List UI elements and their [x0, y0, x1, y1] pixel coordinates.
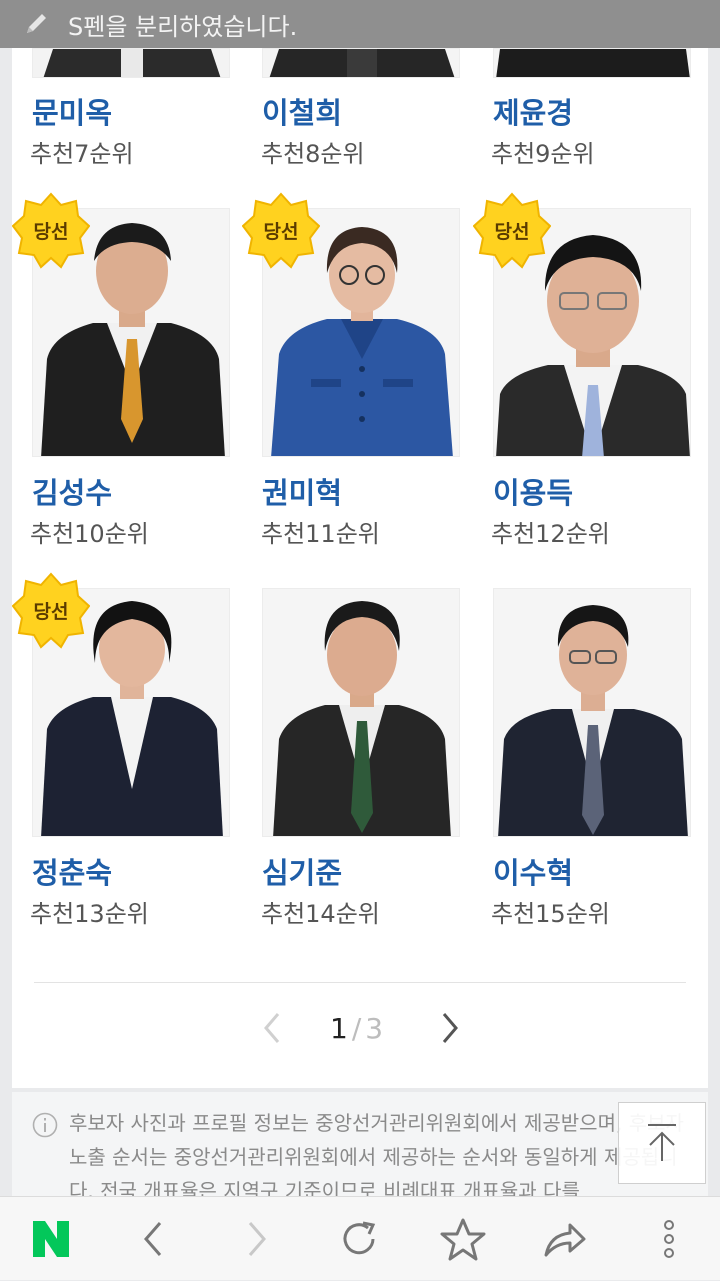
elected-badge: 당선 [12, 571, 90, 649]
divider [34, 982, 686, 983]
info-icon [32, 1112, 58, 1138]
chevron-right-icon [442, 1013, 458, 1043]
pen-icon [27, 14, 46, 33]
back-button[interactable] [108, 1197, 198, 1281]
elected-label: 당선 [263, 220, 299, 243]
candidate-rank: 추천7순위 [30, 140, 134, 168]
refresh-icon [343, 1221, 376, 1255]
elected-label: 당선 [33, 220, 69, 243]
status-message: S펜을 분리하였습니다. [68, 12, 298, 41]
elected-badge: 당선 [473, 191, 551, 269]
elected-badge: 당선 [242, 191, 320, 269]
candidate-rank: 추천13순위 [30, 900, 149, 928]
back-icon [144, 1222, 162, 1256]
candidate-photo[interactable] [32, 48, 230, 78]
candidate-name[interactable]: 심기준 [262, 850, 342, 892]
pagination-current: 1 [330, 1011, 348, 1045]
candidate-photo[interactable] [262, 48, 460, 78]
arrow-up-icon [648, 1124, 676, 1161]
pagination-total: 3 [365, 1011, 384, 1045]
more-menu-button[interactable] [624, 1197, 714, 1281]
naver-home-button[interactable] [6, 1197, 96, 1281]
elected-label: 당선 [33, 600, 69, 623]
candidate-name[interactable]: 김성수 [32, 470, 112, 512]
candidate-rank: 추천14순위 [261, 900, 380, 928]
bookmark-button[interactable] [418, 1197, 508, 1281]
share-button[interactable] [520, 1197, 610, 1281]
candidate-photo[interactable] [493, 48, 691, 78]
naver-logo [33, 1221, 69, 1257]
scroll-top-button[interactable] [618, 1102, 706, 1184]
candidate-name[interactable]: 제윤경 [493, 90, 573, 132]
candidate-rank: 추천12순위 [491, 520, 610, 548]
candidate-rank: 추천15순위 [491, 900, 610, 928]
candidate-name[interactable]: 이철희 [262, 90, 342, 132]
source-notice: 후보자 사진과 프로필 정보는 중앙선거관리위원회에서 제공받으며, 후보자 노… [12, 1092, 708, 1196]
candidate-name[interactable]: 정춘숙 [32, 850, 112, 892]
candidate-photo[interactable] [493, 588, 691, 837]
pagination-next-button[interactable] [434, 1006, 466, 1050]
more-icon [664, 1220, 674, 1258]
candidate-photo[interactable] [262, 588, 460, 837]
pagination-separator: / [351, 1011, 362, 1045]
candidate-name[interactable]: 권미혁 [262, 470, 342, 512]
candidate-rank: 추천11순위 [261, 520, 380, 548]
candidate-rank: 추천10순위 [30, 520, 149, 548]
candidate-rank: 추천9순위 [491, 140, 595, 168]
browser-nav-bar [0, 1196, 720, 1280]
elected-label: 당선 [494, 220, 530, 243]
refresh-button[interactable] [314, 1197, 404, 1281]
candidate-name[interactable]: 이수혁 [493, 850, 573, 892]
chevron-left-icon [264, 1013, 280, 1043]
status-bar: S펜을 분리하였습니다. [0, 0, 720, 48]
candidate-name[interactable]: 문미옥 [32, 90, 112, 132]
share-icon [544, 1223, 586, 1257]
forward-button[interactable] [212, 1197, 302, 1281]
candidate-rank: 추천8순위 [261, 140, 365, 168]
forward-icon [248, 1222, 266, 1256]
star-icon [440, 1218, 486, 1261]
candidate-list-card: 문미옥 추천7순위 이철희 추천8순위 제윤경 추천9순위 당선 당선 당선 김… [12, 48, 708, 1088]
pagination-prev-button[interactable] [256, 1006, 288, 1050]
candidate-name[interactable]: 이용득 [493, 470, 573, 512]
pagination-indicator: 1 / 3 [330, 1006, 383, 1050]
elected-badge: 당선 [12, 191, 90, 269]
notice-text: 후보자 사진과 프로필 정보는 중앙선거관리위원회에서 제공받으며, 후보자 노… [69, 1111, 684, 1196]
